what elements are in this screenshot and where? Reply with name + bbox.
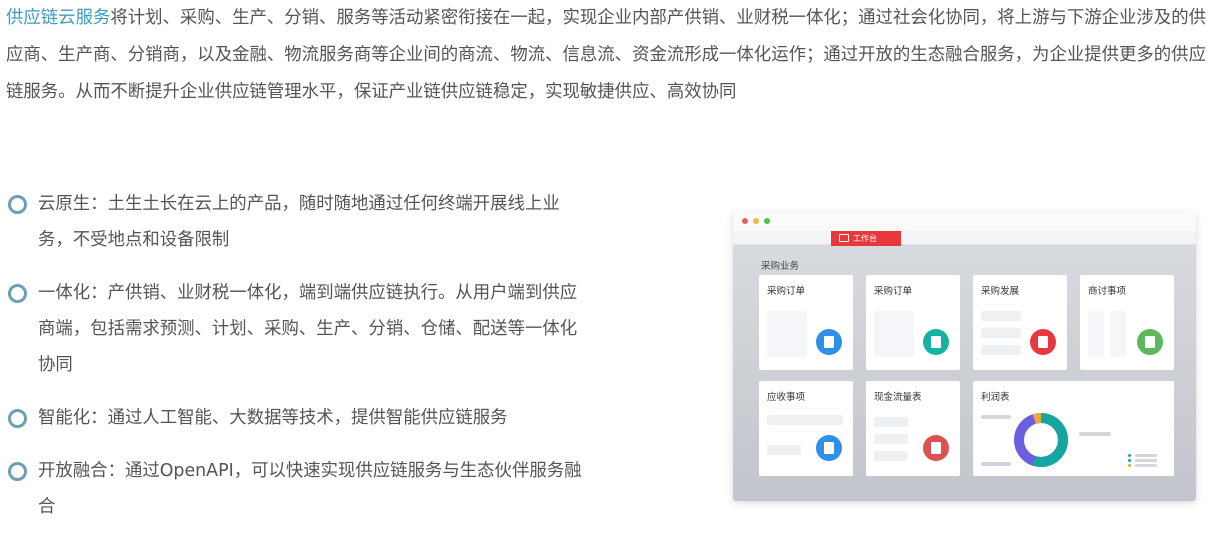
workbench-tab[interactable]: 工作台 bbox=[831, 231, 901, 246]
placeholder-line bbox=[1079, 432, 1111, 436]
intro-highlight: 供应链云服务 bbox=[6, 8, 111, 28]
circle-bullet-icon bbox=[8, 409, 27, 428]
section-title: 采购业务 bbox=[761, 261, 800, 272]
monitor-icon bbox=[839, 234, 849, 242]
document-icon bbox=[816, 329, 842, 355]
document-icon bbox=[923, 435, 949, 461]
intro-text: 将计划、采购、生产、分销、服务等活动紧密衔接在一起，实现企业内部产供销、业财税一… bbox=[6, 8, 1206, 102]
donut-chart-icon bbox=[1014, 413, 1068, 467]
feature-open-fusion: 开放融合：通过OpenAPI，可以快速实现供应链服务与生态伙伴服务融合 bbox=[8, 453, 588, 525]
legend-line bbox=[1135, 454, 1157, 457]
chat-icon bbox=[1137, 329, 1163, 355]
placeholder-bar bbox=[981, 311, 1021, 321]
card-purchase-order[interactable]: 采购订单 bbox=[759, 275, 853, 370]
card-profit-statement[interactable]: 利润表 bbox=[973, 381, 1174, 476]
card-receivables[interactable]: 应收事项 bbox=[759, 381, 853, 476]
feature-cloud-native: 云原生：土生土长在云上的产品，随时随地通过任何终端开展线上业务，不受地点和设备限… bbox=[8, 186, 588, 258]
placeholder-block bbox=[767, 311, 807, 357]
placeholder-bar bbox=[981, 328, 1021, 338]
maximize-dot-icon bbox=[764, 218, 770, 224]
window-titlebar bbox=[733, 212, 1196, 231]
home-icon bbox=[923, 329, 949, 355]
pie-chart-icon bbox=[1030, 329, 1056, 355]
feature-text: 开放融合：通过OpenAPI，可以快速实现供应链服务与生态伙伴服务融合 bbox=[38, 461, 582, 517]
feature-text: 智能化：通过人工智能、大数据等技术，提供智能供应链服务 bbox=[38, 408, 508, 428]
placeholder-bar bbox=[767, 415, 843, 425]
card-cash-flow[interactable]: 现金流量表 bbox=[866, 381, 960, 476]
placeholder-line bbox=[981, 415, 1011, 419]
feature-text: 云原生：土生土长在云上的产品，随时随地通过任何终端开展线上业务，不受地点和设备限… bbox=[38, 194, 560, 250]
feature-integration: 一体化：产供销、业财税一体化，端到端供应链执行。从用户端到供应商端，包括需求预测… bbox=[8, 275, 588, 383]
card-title: 采购订单 bbox=[874, 286, 913, 297]
legend-dot-icon bbox=[1128, 454, 1131, 457]
document-icon bbox=[816, 435, 842, 461]
legend-dot-icon bbox=[1128, 464, 1131, 467]
card-discussion-items[interactable]: 商讨事项 bbox=[1080, 275, 1174, 370]
feature-list: 云原生：土生土长在云上的产品，随时随地通过任何终端开展线上业务，不受地点和设备限… bbox=[8, 186, 588, 525]
circle-bullet-icon bbox=[8, 284, 27, 303]
card-title: 采购订单 bbox=[767, 286, 806, 297]
circle-bullet-icon bbox=[8, 195, 27, 214]
legend-line bbox=[1135, 459, 1157, 462]
placeholder-bar bbox=[874, 451, 908, 461]
minimize-dot-icon bbox=[753, 218, 759, 224]
card-purchase-order-2[interactable]: 采购订单 bbox=[866, 275, 960, 370]
placeholder-bar bbox=[874, 434, 908, 444]
placeholder-block bbox=[874, 311, 914, 357]
circle-bullet-icon bbox=[8, 462, 27, 481]
legend-dot-icon bbox=[1128, 459, 1131, 462]
placeholder-bar bbox=[981, 345, 1021, 355]
card-title: 利润表 bbox=[981, 392, 1010, 403]
intro-paragraph: 供应链云服务将计划、采购、生产、分销、服务等活动紧密衔接在一起，实现企业内部产供… bbox=[6, 0, 1212, 111]
card-purchase-development[interactable]: 采购发展 bbox=[973, 275, 1067, 370]
card-title: 应收事项 bbox=[767, 392, 806, 403]
feature-text: 一体化：产供销、业财税一体化，端到端供应链执行。从用户端到供应商端，包括需求预测… bbox=[38, 283, 578, 375]
placeholder-bar bbox=[767, 445, 801, 455]
placeholder-line bbox=[981, 462, 1011, 466]
card-title: 商讨事项 bbox=[1088, 286, 1127, 297]
placeholder-bar bbox=[874, 417, 908, 427]
card-title: 采购发展 bbox=[981, 286, 1020, 297]
card-title: 现金流量表 bbox=[874, 392, 922, 403]
workbench-tab-label: 工作台 bbox=[853, 234, 877, 243]
placeholder-block bbox=[1088, 311, 1104, 357]
placeholder-block bbox=[1110, 311, 1126, 357]
mockup-navbar bbox=[733, 231, 1196, 245]
close-dot-icon bbox=[742, 218, 748, 224]
legend-line bbox=[1135, 464, 1157, 467]
feature-intelligent: 智能化：通过人工智能、大数据等技术，提供智能供应链服务 bbox=[8, 400, 588, 436]
dashboard-mockup: 工作台 采购业务 采购订单 采购订单 采购发展 商讨事项 应收事项 现金流量表 bbox=[733, 212, 1196, 501]
